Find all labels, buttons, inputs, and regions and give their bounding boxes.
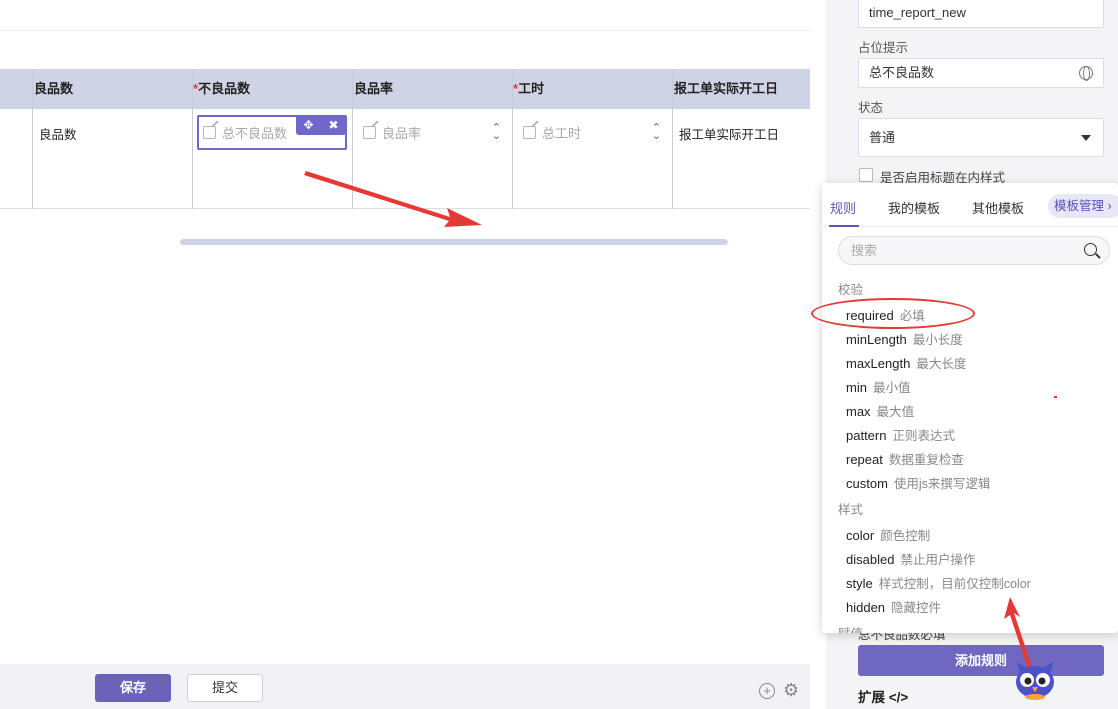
rule-key: pattern [846, 428, 887, 443]
cell-toolbar: ✥ ✖ [296, 115, 346, 135]
cell-start-date[interactable]: 报工单实际开工日 [679, 124, 779, 143]
stepper-icon[interactable]: ⌃ ⌄ [652, 123, 661, 142]
horizontal-scrollbar[interactable] [180, 239, 728, 245]
rule-key: hidden [846, 600, 886, 615]
rule-desc: 最大值 [876, 405, 915, 419]
rule-item-hidden[interactable]: hidden 隐藏控件 [846, 597, 941, 616]
template-manage-button[interactable]: 模板管理 › [1048, 194, 1118, 218]
status-select[interactable]: 普通 [858, 118, 1104, 157]
column-header-start-date[interactable]: 报工单实际开工日 [674, 69, 778, 109]
field-name-input[interactable]: time_report_new [858, 0, 1104, 28]
cell-yield-input[interactable]: 良品率 ⌃ ⌄ [363, 116, 501, 148]
rule-key: color [846, 528, 875, 543]
rule-item-custom[interactable]: custom 使用js来撰写逻辑 [846, 473, 990, 492]
rule-item-maxlength[interactable]: maxLength 最大长度 [846, 353, 966, 372]
rule-key: style [846, 576, 873, 591]
caret-down-icon [1081, 135, 1091, 141]
rule-desc: 使用js来撰写逻辑 [893, 477, 991, 491]
edit-icon [363, 125, 376, 139]
rule-desc: 正则表达式 [892, 429, 955, 443]
rule-desc: 最小长度 [912, 333, 963, 347]
rule-key: disabled [846, 552, 895, 567]
stepper-icon[interactable]: ⌃ ⌄ [492, 123, 501, 142]
annotation-arrow [304, 171, 482, 227]
rule-key: maxLength [846, 356, 911, 371]
rule-item-style[interactable]: style 样式控制，目前仅控制color [846, 573, 1031, 592]
rule-desc: 颜色控制 [880, 529, 931, 543]
rule-item-color[interactable]: color 颜色控制 [846, 525, 930, 544]
save-button[interactable]: 保存 [95, 674, 171, 702]
group-title-style: 样式 [838, 503, 864, 517]
rule-item-pattern[interactable]: pattern 正则表达式 [846, 425, 955, 444]
search-icon[interactable] [1084, 243, 1097, 256]
status-select-value: 普通 [869, 130, 896, 145]
close-icon[interactable]: ✖ [328, 118, 338, 132]
group-title-validation: 校验 [838, 283, 864, 297]
move-icon[interactable]: ✥ [303, 118, 313, 132]
status-label: 状态 [858, 101, 884, 115]
rule-popover: 规则 我的模板 其他模板 模板管理 › 搜索 校验 required 必填 min… [822, 183, 1118, 633]
rule-key: max [846, 404, 871, 419]
rule-key: custom [846, 476, 888, 491]
column-header-bad-qty[interactable]: *不良品数 [193, 69, 250, 109]
placeholder-input-value: 总不良品数 [869, 65, 935, 80]
rule-key: min [846, 380, 867, 395]
column-divider [672, 69, 673, 209]
designer-root: 良品数 *不良品数 良品率 *工时 报工单实际开工日 良品数 总不良品数 良品率… [0, 0, 1118, 709]
tab-my-templates[interactable]: 我的模板 [888, 198, 940, 217]
rule-desc: 数据重复检查 [888, 453, 964, 467]
canvas-divider [0, 30, 810, 31]
annotation-dot [1054, 396, 1057, 398]
inline-title-checkbox[interactable] [859, 168, 873, 182]
column-header-yield[interactable]: 良品率 [354, 69, 393, 109]
search-placeholder: 搜索 [851, 243, 878, 258]
column-header-good-qty[interactable]: 良品数 [34, 69, 73, 109]
column-header-label: 良品率 [354, 81, 394, 96]
group-title-assign: 赋值 [838, 623, 863, 633]
column-header-label: 报工单实际开工日 [674, 81, 779, 96]
placeholder-label: 占位提示 [858, 41, 909, 55]
plus-circle-icon[interactable]: + [759, 683, 775, 699]
annotation-highlight-ellipse [811, 298, 975, 329]
edit-icon [523, 125, 536, 139]
owl-mascot-icon[interactable] [1013, 660, 1057, 700]
input-placeholder: 总工时 [542, 125, 582, 141]
column-divider [32, 69, 33, 209]
rule-desc: 隐藏控件 [891, 601, 942, 615]
rule-desc: 禁止用户操作 [900, 553, 976, 567]
add-rule-button[interactable]: 添加规则 [858, 645, 1104, 676]
rule-item-max[interactable]: max 最大值 [846, 401, 914, 420]
gear-icon[interactable]: ⚙ [783, 681, 799, 699]
tab-other-templates[interactable]: 其他模板 [972, 198, 1024, 217]
cell-hours-input[interactable]: 总工时 ⌃ ⌄ [523, 116, 661, 148]
input-placeholder: 良品率 [382, 125, 422, 141]
column-header-label: 工时 [518, 81, 545, 96]
rule-key: repeat [846, 452, 883, 467]
active-tab-indicator [829, 225, 859, 227]
globe-icon[interactable] [1079, 66, 1093, 81]
rule-item-repeat[interactable]: repeat 数据重复检查 [846, 449, 964, 468]
rule-desc: 最大长度 [916, 357, 967, 371]
rule-desc: 最小值 [872, 381, 911, 395]
rule-search-input[interactable]: 搜索 [838, 236, 1110, 265]
rule-item-min[interactable]: min 最小值 [846, 377, 910, 396]
column-header-label: 不良品数 [198, 81, 251, 96]
submit-button[interactable]: 提交 [187, 674, 263, 702]
placeholder-input[interactable]: 总不良品数 [858, 58, 1104, 88]
rule-item-disabled[interactable]: disabled 禁止用户操作 [846, 549, 975, 568]
cell-good-qty[interactable]: 良品数 [39, 124, 77, 143]
rule-item-minlength[interactable]: minLength 最小长度 [846, 329, 963, 348]
rule-desc: 样式控制，目前仅控制color [878, 577, 1031, 591]
rule-tabs: 规则 我的模板 其他模板 模板管理 › [822, 183, 1118, 227]
column-header-hours[interactable]: *工时 [513, 69, 544, 109]
extend-section-title[interactable]: 扩展 </> [858, 686, 908, 706]
column-header-label: 良品数 [34, 81, 74, 96]
rule-key: minLength [846, 332, 907, 347]
tab-rules[interactable]: 规则 [830, 198, 856, 217]
